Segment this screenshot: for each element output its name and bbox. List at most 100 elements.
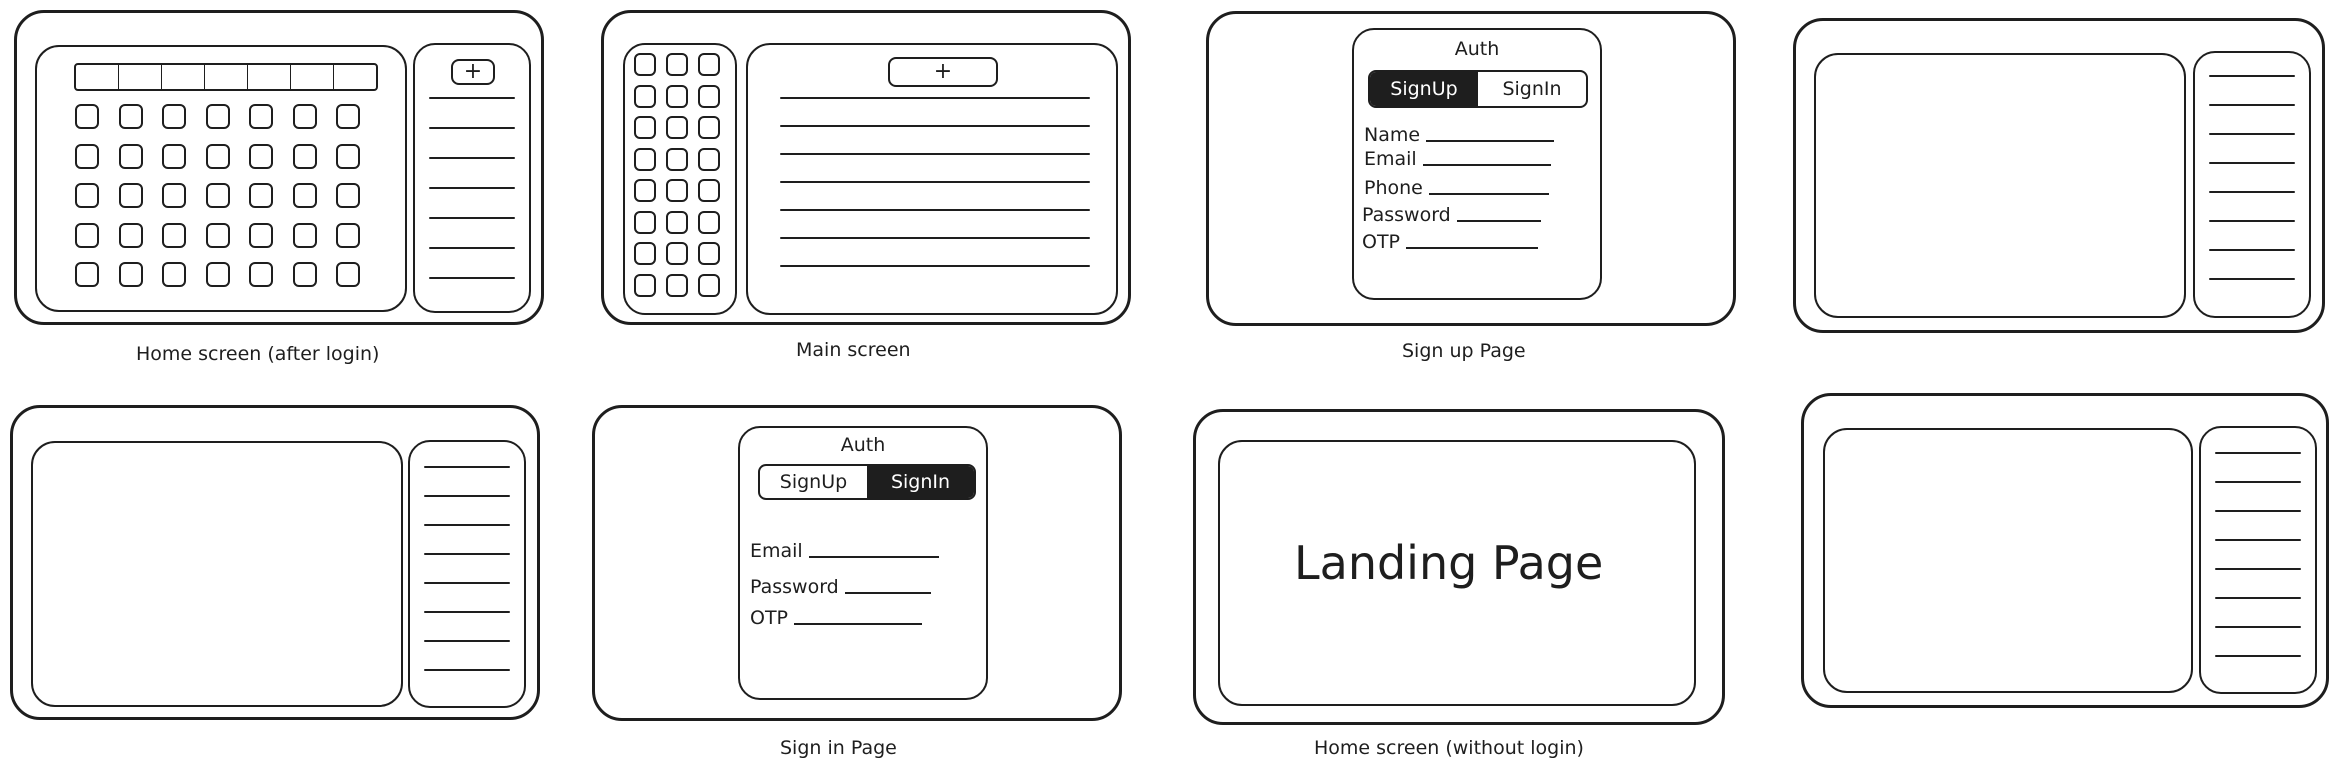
calendar-day-cell[interactable] (698, 53, 720, 76)
sidebar-item[interactable] (2209, 104, 2295, 106)
sidebar-item[interactable] (2215, 510, 2301, 512)
calendar-day-cell[interactable] (75, 143, 99, 169)
calendar-day-cell[interactable] (75, 262, 99, 287)
calendar-day-cell[interactable] (634, 116, 656, 139)
sidebar-item[interactable] (429, 97, 515, 99)
list-item[interactable] (780, 125, 1090, 127)
calendar-day-cell[interactable] (666, 179, 688, 202)
sidebar-item[interactable] (429, 127, 515, 129)
email-field[interactable]: Email (1364, 148, 1551, 170)
tab-signup[interactable]: SignUp (1370, 72, 1478, 106)
calendar-day-cell[interactable] (292, 262, 317, 287)
calendar-day-cell[interactable] (162, 222, 186, 248)
calendar-day-cell[interactable] (249, 143, 273, 169)
calendar-day-cell[interactable] (336, 143, 360, 169)
calendar-day-cell[interactable] (205, 143, 230, 169)
phone-field[interactable]: Phone (1364, 177, 1549, 199)
sidebar-item[interactable] (424, 669, 510, 671)
calendar-day-cell[interactable] (698, 210, 720, 234)
calendar-day-cell[interactable] (634, 179, 656, 202)
calendar-day-cell[interactable] (162, 143, 186, 169)
tab-signin[interactable]: SignIn (867, 466, 974, 498)
calendar-day-cell[interactable] (698, 84, 720, 108)
sidebar-item[interactable] (424, 495, 510, 497)
list-item[interactable] (780, 237, 1090, 239)
calendar-day-cell[interactable] (118, 262, 143, 287)
calendar-day-cell[interactable] (162, 262, 186, 287)
sidebar-item[interactable] (2209, 191, 2295, 193)
calendar-day-cell[interactable] (634, 242, 656, 265)
list-item[interactable] (780, 153, 1090, 155)
calendar-day-cell[interactable] (336, 104, 360, 129)
list-item[interactable] (780, 181, 1090, 183)
sidebar-item[interactable] (429, 247, 515, 249)
sidebar-item[interactable] (429, 277, 515, 279)
calendar-day-cell[interactable] (118, 104, 143, 129)
calendar-day-cell[interactable] (666, 53, 688, 76)
sidebar-item[interactable] (2215, 655, 2301, 657)
calendar-day-cell[interactable] (292, 143, 317, 169)
calendar-day-cell[interactable] (75, 183, 99, 208)
calendar-day-cell[interactable] (75, 104, 99, 129)
password-field[interactable]: Password (750, 576, 931, 598)
add-button[interactable]: + (888, 57, 998, 87)
calendar-day-cell[interactable] (336, 222, 360, 248)
sidebar-item[interactable] (2215, 626, 2301, 628)
calendar-day-cell[interactable] (634, 147, 656, 171)
calendar-day-cell[interactable] (336, 262, 360, 287)
sidebar-item[interactable] (2209, 75, 2295, 77)
list-item[interactable] (780, 97, 1090, 99)
calendar-day-cell[interactable] (698, 179, 720, 202)
sidebar-item[interactable] (2209, 220, 2295, 222)
sidebar-item[interactable] (2215, 539, 2301, 541)
sidebar-item[interactable] (2215, 452, 2301, 454)
calendar-day-cell[interactable] (666, 116, 688, 139)
calendar-day-cell[interactable] (118, 183, 143, 208)
calendar-day-cell[interactable] (634, 53, 656, 76)
calendar-day-cell[interactable] (336, 183, 360, 208)
password-field[interactable]: Password (1362, 204, 1541, 226)
tab-signup[interactable]: SignUp (760, 466, 867, 498)
sidebar-item[interactable] (424, 466, 510, 468)
calendar-day-cell[interactable] (205, 104, 230, 129)
sidebar-item[interactable] (2209, 249, 2295, 251)
calendar-day-cell[interactable] (666, 147, 688, 171)
sidebar-item[interactable] (2215, 481, 2301, 483)
calendar-day-cell[interactable] (249, 104, 273, 129)
sidebar-item[interactable] (424, 524, 510, 526)
otp-field[interactable]: OTP (750, 607, 923, 629)
tab-signin[interactable]: SignIn (1478, 72, 1586, 106)
name-field[interactable]: Name (1364, 124, 1555, 146)
calendar-day-cell[interactable] (205, 183, 230, 208)
calendar-day-cell[interactable] (249, 183, 273, 208)
calendar-day-cell[interactable] (666, 273, 688, 297)
otp-field[interactable]: OTP (1362, 231, 1539, 253)
calendar-day-cell[interactable] (205, 262, 230, 287)
calendar-day-cell[interactable] (666, 84, 688, 108)
calendar-day-cell[interactable] (634, 84, 656, 108)
sidebar-item[interactable] (2209, 133, 2295, 135)
calendar-day-cell[interactable] (666, 242, 688, 265)
sidebar-item[interactable] (424, 553, 510, 555)
calendar-day-cell[interactable] (162, 104, 186, 129)
email-field[interactable]: Email (750, 540, 939, 562)
sidebar-item[interactable] (424, 582, 510, 584)
calendar-day-cell[interactable] (118, 222, 143, 248)
calendar-day-cell[interactable] (698, 242, 720, 265)
sidebar-item[interactable] (2215, 568, 2301, 570)
calendar-day-cell[interactable] (249, 262, 273, 287)
sidebar-item[interactable] (424, 640, 510, 642)
calendar-day-cell[interactable] (249, 222, 273, 248)
list-item[interactable] (780, 265, 1090, 267)
calendar-day-cell[interactable] (292, 222, 317, 248)
calendar-day-cell[interactable] (75, 222, 99, 248)
sidebar-item[interactable] (2209, 278, 2295, 280)
calendar-day-cell[interactable] (634, 273, 656, 297)
calendar-day-cell[interactable] (666, 210, 688, 234)
sidebar-item[interactable] (424, 611, 510, 613)
calendar-day-cell[interactable] (292, 183, 317, 208)
calendar-day-cell[interactable] (292, 104, 317, 129)
calendar-day-cell[interactable] (118, 143, 143, 169)
calendar-day-cell[interactable] (698, 116, 720, 139)
calendar-day-cell[interactable] (162, 183, 186, 208)
